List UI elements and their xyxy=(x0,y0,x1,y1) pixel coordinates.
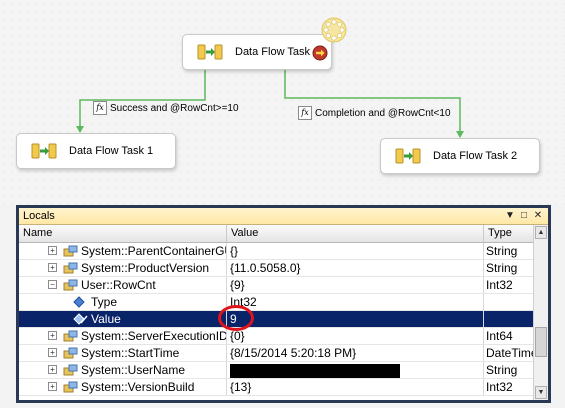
grid-header: Name Value Type xyxy=(19,225,533,243)
variable-name: System::StartTime xyxy=(81,346,180,360)
precedence-label-completion[interactable]: fx Completion and @RowCnt<10 xyxy=(298,106,451,120)
variable-type: Int32 xyxy=(486,278,513,292)
variable-property-icon xyxy=(63,381,78,393)
vertical-scrollbar[interactable]: ▲ ▼ xyxy=(533,225,548,400)
maximize-window-icon[interactable]: □ xyxy=(518,210,530,222)
variable-type: String xyxy=(486,244,518,258)
variable-value[interactable]: {9} xyxy=(227,277,484,293)
expand-icon[interactable]: + xyxy=(48,263,57,272)
task-label: Data Flow Task 2 xyxy=(433,150,518,162)
precedence-connectors xyxy=(76,70,464,138)
variable-name: System::ServerExecutionID xyxy=(81,329,227,343)
variable-name: Value xyxy=(91,312,121,326)
close-window-icon[interactable]: ✕ xyxy=(532,210,544,222)
table-row[interactable]: + System::StartTime {8/15/2014 5:20:18 P… xyxy=(19,345,533,362)
variable-property-icon xyxy=(63,245,78,257)
variable-property-icon xyxy=(63,347,78,359)
variable-value[interactable]: {11.0.5058.0} xyxy=(227,260,484,276)
variable-value[interactable]: {8/15/2014 5:20:18 PM} xyxy=(227,345,484,361)
variable-value[interactable]: 9 xyxy=(227,311,484,327)
variable-name: Type xyxy=(91,295,118,309)
variable-property-icon xyxy=(63,364,78,376)
variable-type: String xyxy=(486,363,518,377)
expand-icon[interactable]: + xyxy=(48,382,57,391)
table-row[interactable]: + System::UserName String xyxy=(19,362,533,379)
fx-icon: fx xyxy=(93,101,107,115)
scroll-up-icon[interactable]: ▲ xyxy=(535,226,547,239)
expand-icon[interactable]: + xyxy=(48,365,57,374)
variable-value[interactable]: Int32 xyxy=(227,294,484,310)
property-icon xyxy=(73,296,85,308)
arrowhead-2 xyxy=(456,131,464,138)
data-flow-task-icon xyxy=(395,148,421,164)
running-spinner-icon xyxy=(321,17,347,43)
highlight-circle-annotation xyxy=(218,305,254,331)
task-data-flow-2[interactable]: Data Flow Task 2 xyxy=(380,138,540,174)
column-header-type[interactable]: Type xyxy=(484,225,533,242)
scroll-thumb[interactable] xyxy=(535,327,547,357)
table-row[interactable]: Type Int32 xyxy=(19,294,533,311)
variable-type: Int32 xyxy=(486,380,513,394)
execution-arrow-icon xyxy=(312,45,328,61)
editable-property-icon xyxy=(73,313,88,325)
table-row[interactable]: + System::ParentContainerGUID {} String xyxy=(19,243,533,260)
task-label: Data Flow Task 1 xyxy=(69,145,154,157)
expand-icon[interactable]: + xyxy=(48,348,57,357)
scroll-down-icon[interactable]: ▼ xyxy=(535,386,547,399)
variable-name: System::ParentContainerGUID xyxy=(81,244,226,258)
expand-icon[interactable]: + xyxy=(48,331,57,340)
variable-property-icon xyxy=(63,279,78,291)
task-data-flow-1[interactable]: Data Flow Task 1 xyxy=(16,133,176,169)
column-header-name[interactable]: Name xyxy=(19,225,227,242)
column-header-value[interactable]: Value xyxy=(227,225,484,242)
redaction-box xyxy=(230,364,400,378)
control-flow-designer[interactable]: fx Success and @RowCnt>=10 fx Completion… xyxy=(0,0,565,205)
expand-icon[interactable]: + xyxy=(48,246,57,255)
locals-rows: + System::ParentContainerGUID {} String … xyxy=(19,243,533,396)
variable-type: Int64 xyxy=(486,329,513,343)
fx-icon: fx xyxy=(298,106,312,120)
variable-value[interactable]: {} xyxy=(227,243,484,259)
variable-property-icon xyxy=(63,262,78,274)
task-data-flow-main[interactable]: Data Flow Task xyxy=(182,34,332,70)
table-row[interactable]: + System::ServerExecutionID {0} Int64 xyxy=(19,328,533,345)
variable-name: System::VersionBuild xyxy=(81,380,195,394)
variable-property-icon xyxy=(63,330,78,342)
variable-type: DateTime xyxy=(486,346,533,360)
variable-name: System::ProductVersion xyxy=(81,261,210,275)
precedence-expression: Success and @RowCnt>=10 xyxy=(110,102,239,114)
variable-type: String xyxy=(486,261,518,275)
variable-type xyxy=(484,294,533,310)
variable-value[interactable]: {13} xyxy=(227,379,484,395)
data-flow-task-icon xyxy=(197,44,223,60)
table-row[interactable]: − User::RowCnt {9} Int32 xyxy=(19,277,533,294)
precedence-label-success[interactable]: fx Success and @RowCnt>=10 xyxy=(93,101,239,115)
variable-value[interactable]: {0} xyxy=(227,328,484,344)
table-row-selected[interactable]: Value 9 xyxy=(19,311,533,328)
window-menu-dropdown-icon[interactable]: ▼ xyxy=(504,210,516,222)
locals-window: Locals ▼ □ ✕ Name Value Type + System::P… xyxy=(16,205,551,403)
arrowhead-1 xyxy=(76,126,84,133)
precedence-expression: Completion and @RowCnt<10 xyxy=(315,107,451,119)
connector-completion xyxy=(284,70,461,137)
variable-name: System::UserName xyxy=(81,363,186,377)
variable-value-redacted[interactable] xyxy=(227,362,484,378)
table-row[interactable]: + System::VersionBuild {13} Int32 xyxy=(19,379,533,396)
table-row[interactable]: + System::ProductVersion {11.0.5058.0} S… xyxy=(19,260,533,277)
locals-title-bar[interactable]: Locals ▼ □ ✕ xyxy=(19,208,548,225)
task-label: Data Flow Task xyxy=(235,46,310,58)
locals-title: Locals xyxy=(23,210,55,222)
variable-name: User::RowCnt xyxy=(81,278,156,292)
collapse-icon[interactable]: − xyxy=(48,280,57,289)
data-flow-task-icon xyxy=(31,143,57,159)
locals-grid: Name Value Type + System::ParentContaine… xyxy=(19,225,548,400)
variable-type xyxy=(484,311,533,327)
